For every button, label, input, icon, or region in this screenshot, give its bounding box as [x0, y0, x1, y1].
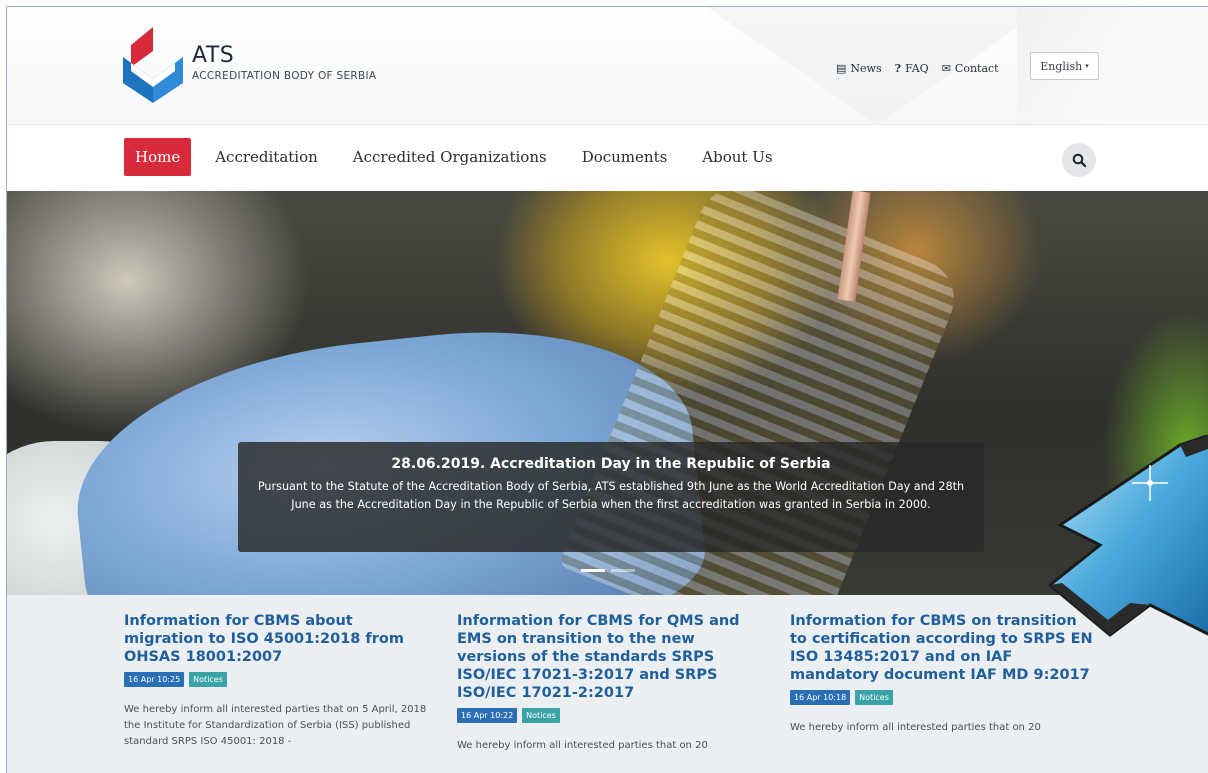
hero-slider[interactable]: 28.06.2019. Accreditation Day in the Rep… [7, 191, 1208, 595]
search-button[interactable] [1062, 143, 1096, 177]
nav-item-accreditation[interactable]: Accreditation [204, 138, 329, 176]
slide-text: Pursuant to the Statute of the Accredita… [257, 480, 965, 511]
news-item: Information for CBMS for QMS and EMS on … [457, 612, 762, 754]
slide-caption: 28.06.2019. Accreditation Day in the Rep… [238, 442, 984, 552]
brand-subtitle: ACCREDITATION BODY OF SERBIA [192, 70, 377, 82]
nav-item-documents[interactable]: Documents [571, 138, 679, 176]
question-icon: ? [894, 62, 902, 75]
nav-item-home[interactable]: Home [124, 138, 192, 176]
news-tags: 16 Apr 10:22 Notices [457, 708, 762, 723]
slider-dot[interactable] [581, 569, 605, 572]
news-link-label: News [850, 62, 882, 75]
slider-indicators [581, 569, 635, 572]
search-icon [1072, 153, 1086, 167]
news-item: Information for CBMS about migration to … [124, 612, 429, 750]
category-badge[interactable]: Notices [855, 690, 893, 705]
browser-page: ATS ACCREDITATION BODY OF SERBIA ▤ News … [6, 6, 1208, 773]
date-badge: 16 Apr 10:22 [457, 708, 518, 723]
brand[interactable]: ATS ACCREDITATION BODY OF SERBIA [192, 43, 377, 83]
news-tags: 16 Apr 10:18 Notices [790, 690, 1095, 705]
date-badge: 16 Apr 10:18 [790, 690, 851, 705]
news-excerpt: We hereby inform all interested parties … [790, 722, 1041, 733]
site-header: ATS ACCREDITATION BODY OF SERBIA ▤ News … [7, 7, 1208, 125]
brand-name: ATS [192, 43, 235, 68]
nav-item-about-us[interactable]: About Us [691, 138, 783, 176]
language-select-value: English [1040, 59, 1083, 73]
category-badge[interactable]: Notices [189, 672, 227, 687]
slide-title: 28.06.2019. Accreditation Day in the Rep… [391, 456, 831, 472]
language-select[interactable]: English ▾ [1030, 52, 1099, 80]
news-tags: 16 Apr 10:25 Notices [124, 672, 429, 687]
news-title-link[interactable]: Information for CBMS about migration to … [124, 612, 429, 666]
newspaper-icon: ▤ [836, 62, 847, 75]
faq-link[interactable]: ? FAQ [895, 62, 929, 75]
faq-link-label: FAQ [905, 62, 929, 75]
news-excerpt: We hereby inform all interested parties … [124, 704, 427, 747]
date-badge: 16 Apr 10:25 [124, 672, 185, 687]
news-title-link[interactable]: Information for CBMS for QMS and EMS on … [457, 612, 762, 702]
slider-dot[interactable] [611, 569, 635, 572]
contact-link-label: Contact [954, 62, 999, 75]
category-badge[interactable]: Notices [522, 708, 560, 723]
top-links: ▤ News ? FAQ ✉ Contact [836, 62, 999, 75]
news-excerpt: We hereby inform all interested parties … [457, 740, 708, 751]
news-section: Information for CBMS about migration to … [7, 595, 1208, 773]
ats-logo[interactable] [123, 23, 183, 103]
nav-items: Home Accreditation Accredited Organizati… [124, 138, 797, 176]
main-navigation: Home Accreditation Accredited Organizati… [7, 125, 1208, 191]
contact-link[interactable]: ✉ Contact [942, 62, 999, 75]
pointer-arrow-icon [1047, 435, 1208, 637]
news-link[interactable]: ▤ News [836, 62, 882, 75]
caret-down-icon: ▾ [1085, 62, 1089, 70]
envelope-icon: ✉ [941, 62, 951, 75]
nav-item-accredited-organizations[interactable]: Accredited Organizations [342, 138, 558, 176]
